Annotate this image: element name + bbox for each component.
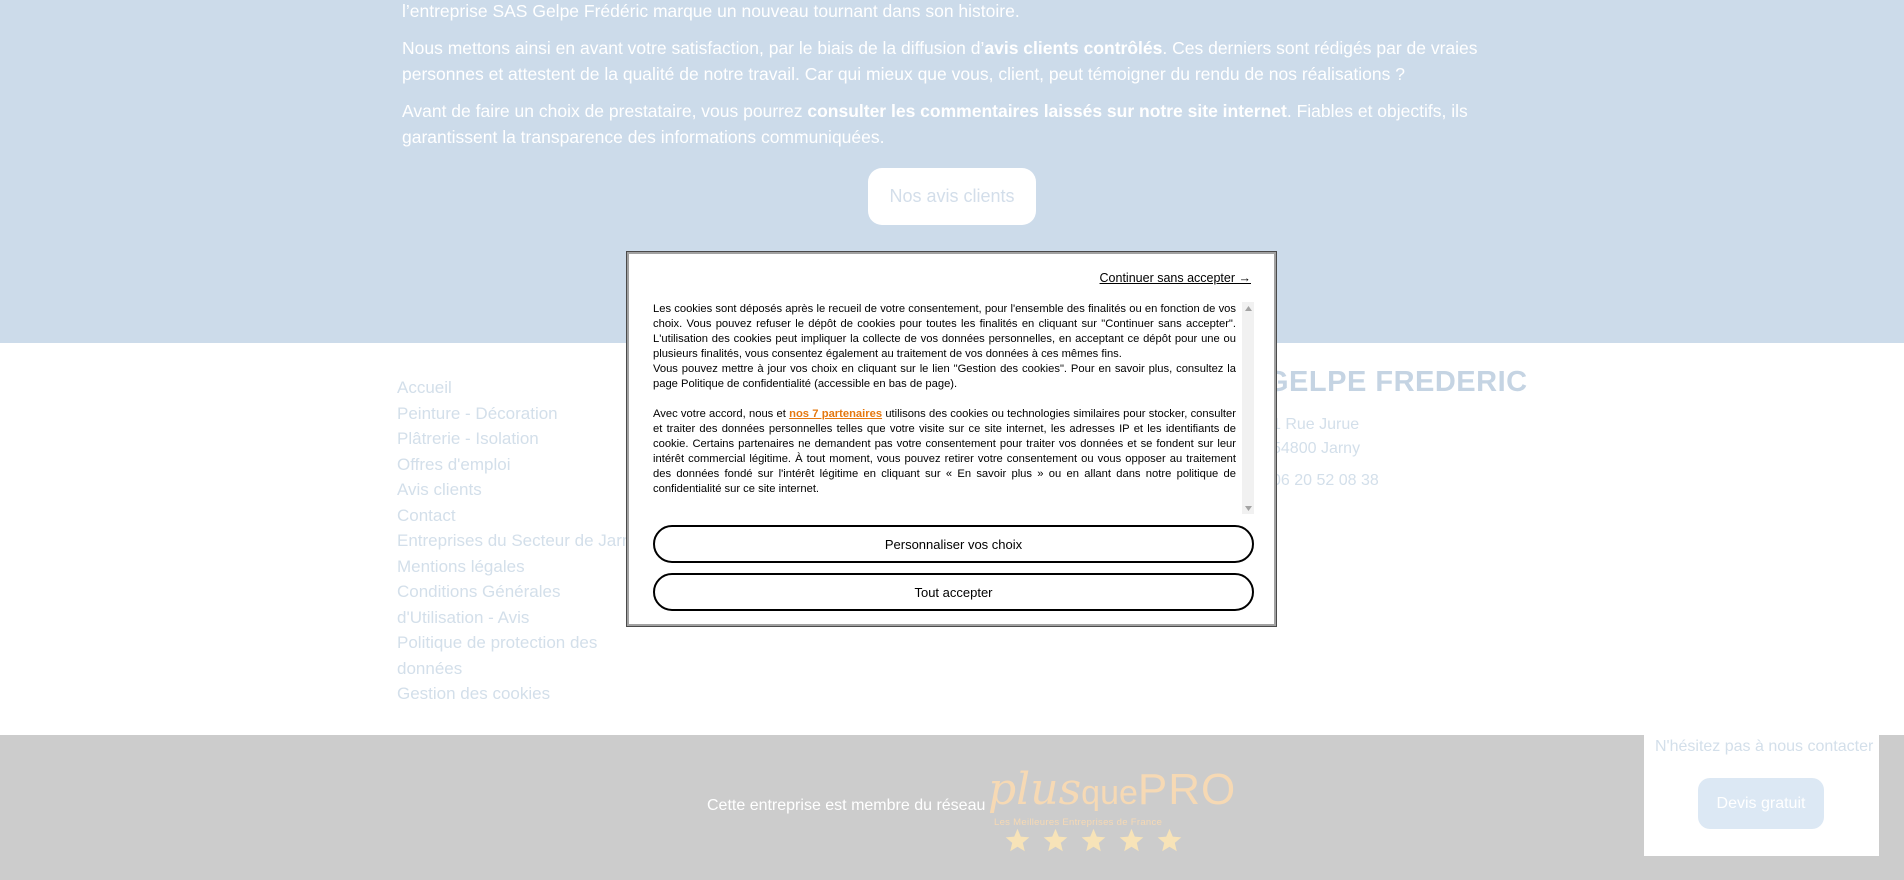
footer-nav-home[interactable]: Accueil <box>397 375 637 401</box>
company-phone[interactable]: 06 20 52 08 38 <box>1272 472 1379 490</box>
footer-nav-painting[interactable]: Peinture - Décoration <box>397 401 637 427</box>
footer-nav: Accueil Peinture - Décoration Plâtrerie … <box>397 375 640 707</box>
network-member-text: Cette entreprise est membre du réseau <box>707 797 986 814</box>
plusquepro-logo[interactable]: plusquePRO Les Meilleures Entreprises de… <box>988 765 1235 865</box>
scroll-down-arrow-icon[interactable] <box>1242 502 1254 514</box>
address-line-2: 54800 Jarny <box>1272 440 1361 457</box>
star-icon <box>1119 828 1144 852</box>
star-icon <box>1157 828 1182 852</box>
contact-widget-text: N'hésitez pas à nous contacter <box>1655 738 1874 755</box>
footer-nav-plastering[interactable]: Plâtrerie - Isolation <box>397 426 637 452</box>
footer-nav-reviews[interactable]: Avis clients <box>397 477 637 503</box>
footer-nav-legal[interactable]: Mentions légales <box>397 554 637 580</box>
continue-without-accepting-link[interactable]: Continuer sans accepter → <box>1100 271 1251 285</box>
customize-choices-button[interactable]: Personnaliser vos choix <box>653 525 1254 563</box>
intro-line: l’entreprise SAS Gelpe Frédéric marque u… <box>402 1 1020 21</box>
scroll-up-arrow-icon[interactable] <box>1242 302 1254 314</box>
intro-bold-text: consulter les commentaires laissés sur n… <box>807 101 1287 121</box>
cookie-paragraph-3: Avec votre accord, nous et nos 7 partena… <box>653 407 1236 497</box>
logo-pro: PRO <box>1137 765 1237 814</box>
star-icon <box>1043 828 1068 852</box>
cookie-text-span: Avec votre accord, nous et <box>653 408 790 420</box>
logo-plus: plus <box>988 764 1082 815</box>
contact-widget: N'hésitez pas à nous contacter Devis gra… <box>1644 726 1879 856</box>
company-address: 1 Rue Jurue 54800 Jarny <box>1272 413 1360 461</box>
footer-nav-sector-companies[interactable]: Entreprises du Secteur de Jarny <box>397 528 640 554</box>
cookie-consent-modal: Continuer sans accepter → Les cookies so… <box>626 251 1277 627</box>
intro-bold-text: avis clients contrôlés <box>984 38 1163 58</box>
footer-nav-cookies[interactable]: Gestion des cookies <box>397 681 637 707</box>
footer-nav-contact[interactable]: Contact <box>397 503 637 529</box>
cookie-text-span: utilisons des cookies ou technologies si… <box>653 408 1236 495</box>
intro-paragraph-1: Nous mettons ainsi en avant votre satisf… <box>402 35 1502 87</box>
company-name: GELPE FREDERIC <box>1266 366 1528 398</box>
footer-nav-privacy[interactable]: Politique de protection des données <box>397 630 627 681</box>
network-band: Cette entreprise est membre du réseau pl… <box>0 735 1904 880</box>
free-quote-button[interactable]: Devis gratuit <box>1698 778 1824 829</box>
intro-text-span: Avant de faire un choix de prestataire, … <box>402 101 808 121</box>
accept-all-button[interactable]: Tout accepter <box>653 573 1254 611</box>
logo-que: que <box>1081 774 1138 812</box>
footer-nav-terms[interactable]: Conditions Générales d'Utilisation - Avi… <box>397 579 627 630</box>
scroll-thumb[interactable] <box>1244 316 1252 500</box>
address-line-1: 1 Rue Jurue <box>1272 416 1360 433</box>
cookie-paragraph-1: Les cookies sont déposés après le recuei… <box>653 303 1236 360</box>
logo-wordmark: plusquePRO <box>988 765 1236 818</box>
star-icon <box>1081 828 1106 852</box>
cookie-text-scrollbar[interactable] <box>1242 302 1254 514</box>
partners-link[interactable]: nos 7 partenaires <box>789 408 882 420</box>
star-icon <box>1005 828 1030 852</box>
cookie-paragraph-2: Vous pouvez mettre à jour vos choix en c… <box>653 363 1236 390</box>
footer-nav-jobs[interactable]: Offres d'emploi <box>397 452 637 478</box>
intro-paragraph-2: Avant de faire un choix de prestataire, … <box>402 98 1502 150</box>
intro-text-span: Nous mettons ainsi en avant votre satisf… <box>402 38 985 58</box>
cookie-consent-text-area[interactable]: Les cookies sont déposés après le recuei… <box>653 302 1254 514</box>
page: l’entreprise SAS Gelpe Frédéric marque u… <box>0 0 1904 880</box>
rating-stars <box>1004 827 1183 854</box>
reviews-button[interactable]: Nos avis clients <box>868 168 1036 225</box>
cookie-consent-text: Les cookies sont déposés après le recuei… <box>653 302 1236 497</box>
intro-text: l’entreprise SAS Gelpe Frédéric marque u… <box>402 0 1502 161</box>
